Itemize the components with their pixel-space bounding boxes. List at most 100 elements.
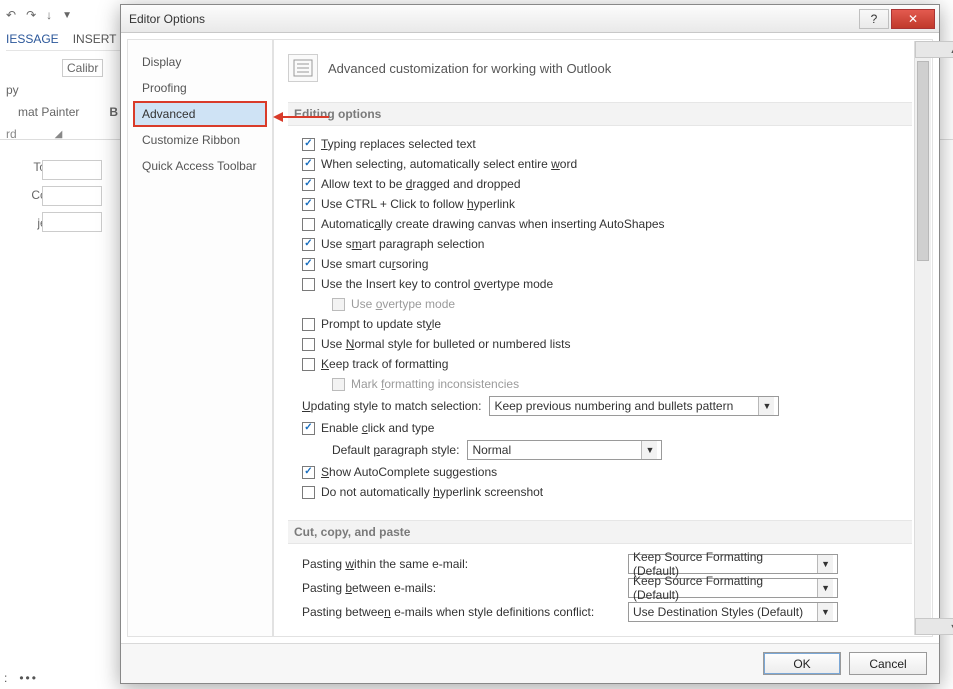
dialog-title: Editor Options <box>129 12 857 26</box>
default-paragraph-style-select[interactable]: Normal ▼ <box>467 440 662 460</box>
tab-insert[interactable]: INSERT <box>73 32 117 46</box>
option-label: Keep track of formatting <box>321 357 448 371</box>
option-label: Mark formatting inconsistencies <box>351 377 519 391</box>
scrollbar-thumb[interactable] <box>917 61 929 261</box>
options-scroll-area: Advanced customization for working with … <box>274 40 932 636</box>
option-checkbox[interactable] <box>302 178 315 191</box>
editor-options-dialog: Editor Options ? ✕ Display Proofing Adva… <box>120 4 940 684</box>
status-dots: ••• <box>19 671 38 685</box>
editing-option-row: When selecting, automatically select ent… <box>288 154 912 174</box>
option-label: Use smart cursoring <box>321 257 428 271</box>
updating-style-select[interactable]: Keep previous numbering and bullets patt… <box>489 396 779 416</box>
copy-label: py <box>6 83 19 97</box>
close-button[interactable]: ✕ <box>891 9 935 29</box>
paste-option-select[interactable]: Keep Source Formatting (Default)▼ <box>628 554 838 574</box>
help-button[interactable]: ? <box>859 9 889 29</box>
option-label: Use Normal style for bulleted or numbere… <box>321 337 570 351</box>
updating-style-label: Updating style to match selection: <box>302 399 481 413</box>
clipboard-group-label: rd <box>6 127 17 141</box>
option-label: Prompt to update style <box>321 317 441 331</box>
option-checkbox[interactable] <box>302 318 315 331</box>
panel-heading: Advanced customization for working with … <box>328 61 611 76</box>
option-checkbox[interactable] <box>302 258 315 271</box>
options-panel: Advanced customization for working with … <box>273 39 933 637</box>
down-arrow-icon[interactable]: ↓ <box>46 8 52 22</box>
option-label: Typing replaces selected text <box>321 137 476 151</box>
enable-click-type-checkbox[interactable] <box>302 422 315 435</box>
editing-option-row: Keep track of formatting <box>288 354 912 374</box>
chevron-down-icon: ▼ <box>817 603 833 621</box>
option-label: Allow text to be dragged and dropped <box>321 177 521 191</box>
font-name-box[interactable]: Calibr <box>62 59 103 77</box>
option-checkbox[interactable] <box>302 218 315 231</box>
editing-option-row: Allow text to be dragged and dropped <box>288 174 912 194</box>
chevron-down-icon: ▼ <box>641 441 657 459</box>
option-label: Use the Insert key to control overtype m… <box>321 277 553 291</box>
category-proofing[interactable]: Proofing <box>134 76 266 100</box>
option-checkbox[interactable] <box>302 358 315 371</box>
option-checkbox[interactable] <box>302 278 315 291</box>
to-input[interactable] <box>42 160 102 180</box>
tab-message[interactable]: IESSAGE <box>6 32 59 46</box>
default-paragraph-style-label: Default paragraph style: <box>332 443 459 457</box>
status-colon: : <box>4 671 7 685</box>
option-checkbox[interactable] <box>302 238 315 251</box>
dropdown-arrow-icon[interactable]: ▼ <box>62 10 72 21</box>
category-customize-ribbon[interactable]: Customize Ribbon <box>134 128 266 152</box>
option-checkbox[interactable] <box>302 138 315 151</box>
autocomplete-label: Show AutoComplete suggestions <box>321 465 497 479</box>
subject-input[interactable] <box>42 212 102 232</box>
category-display[interactable]: Display <box>134 50 266 74</box>
option-label: Use CTRL + Click to follow hyperlink <box>321 197 515 211</box>
bold-icon[interactable]: B <box>109 105 118 119</box>
option-checkbox[interactable] <box>302 158 315 171</box>
hyperlink-screenshot-label: Do not automatically hyperlink screensho… <box>321 485 543 499</box>
hyperlink-screenshot-checkbox[interactable] <box>302 486 315 499</box>
paste-option-label: Pasting between e-mails when style defin… <box>302 605 620 619</box>
scroll-down-icon[interactable]: ▼ <box>915 618 953 635</box>
section-paste-header: Cut, copy, and paste <box>288 520 912 544</box>
editing-option-row: Mark formatting inconsistencies <box>288 374 912 394</box>
paste-option-select[interactable]: Use Destination Styles (Default)▼ <box>628 602 838 622</box>
scroll-up-icon[interactable]: ▲ <box>915 41 953 58</box>
option-checkbox[interactable] <box>302 198 315 211</box>
autocomplete-checkbox[interactable] <box>302 466 315 479</box>
paste-option-row: Pasting between e-mails when style defin… <box>288 600 912 624</box>
category-quick-access-toolbar[interactable]: Quick Access Toolbar <box>134 154 266 178</box>
option-label: Automatically create drawing canvas when… <box>321 217 665 231</box>
option-label: Use overtype mode <box>351 297 455 311</box>
enable-click-type-label: Enable click and type <box>321 421 434 435</box>
option-checkbox <box>332 298 345 311</box>
chevron-down-icon: ▼ <box>817 579 833 597</box>
editing-option-row: Use overtype mode <box>288 294 912 314</box>
paste-option-row: Pasting between e-mails: Keep Source Form… <box>288 576 912 600</box>
chevron-down-icon: ▼ <box>758 397 774 415</box>
paste-option-row: Pasting within the same e-mail: Keep Sour… <box>288 552 912 576</box>
editing-option-row: Use CTRL + Click to follow hyperlink <box>288 194 912 214</box>
option-checkbox[interactable] <box>302 338 315 351</box>
section-editing-header: Editing options <box>288 102 912 126</box>
editing-option-row: Typing replaces selected text <box>288 134 912 154</box>
option-label: Use smart paragraph selection <box>321 237 484 251</box>
paste-option-label: Pasting between e-mails: <box>302 581 620 595</box>
dialog-titlebar: Editor Options ? ✕ <box>121 5 939 33</box>
category-list: Display Proofing Advanced Customize Ribb… <box>127 39 273 637</box>
editing-option-row: Prompt to update style <box>288 314 912 334</box>
category-advanced[interactable]: Advanced <box>134 102 266 126</box>
option-checkbox <box>332 378 345 391</box>
option-label: When selecting, automatically select ent… <box>321 157 577 171</box>
ok-button[interactable]: OK <box>763 652 841 675</box>
paste-option-select[interactable]: Keep Source Formatting (Default)▼ <box>628 578 838 598</box>
undo-icon[interactable]: ↶ <box>6 8 16 22</box>
format-painter-label: mat Painter <box>18 105 79 119</box>
editing-option-row: Use the Insert key to control overtype m… <box>288 274 912 294</box>
vertical-scrollbar[interactable]: ▲ ▼ <box>914 41 931 635</box>
paste-option-label: Pasting within the same e-mail: <box>302 557 620 571</box>
redo-icon[interactable]: ↷ <box>26 8 36 22</box>
dialog-launcher-icon[interactable]: ◢ <box>55 129 63 140</box>
editing-option-row: Automatically create drawing canvas when… <box>288 214 912 234</box>
cancel-button[interactable]: Cancel <box>849 652 927 675</box>
advanced-heading-icon <box>288 54 318 82</box>
cc-input[interactable] <box>42 186 102 206</box>
compose-field-inputs <box>42 160 102 238</box>
